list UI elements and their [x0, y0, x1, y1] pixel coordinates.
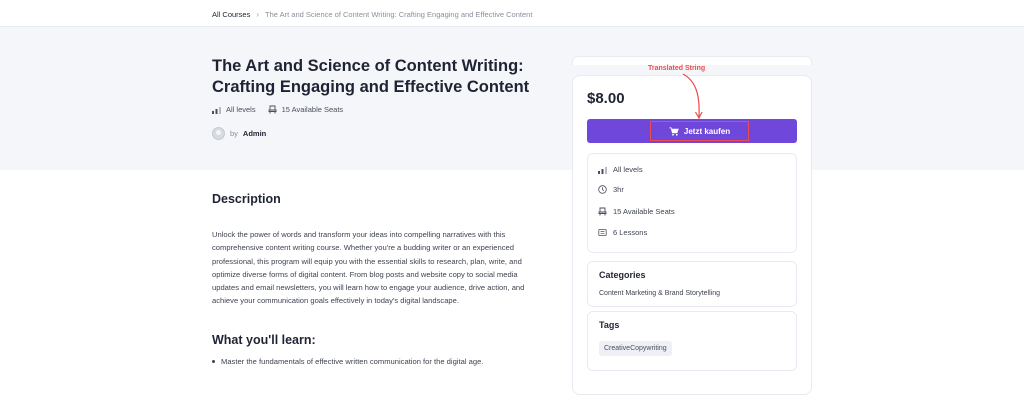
breadcrumb: All Courses › The Art and Science of Con… [212, 10, 532, 19]
categories-heading: Categories [599, 270, 646, 280]
breadcrumb-current: The Art and Science of Content Writing: … [265, 10, 533, 19]
categories-box [587, 261, 797, 307]
chevron-right-icon: › [256, 10, 260, 19]
breadcrumb-all-courses-link[interactable]: All Courses [212, 10, 250, 19]
learn-item-text: Master the fundamentals of effective wri… [221, 357, 484, 366]
sidebar-top-strip [572, 56, 812, 65]
course-hero [0, 27, 1024, 170]
author-row: by Admin [212, 127, 266, 140]
clock-icon [598, 185, 607, 194]
author-prefix: by [230, 129, 238, 138]
list-item: Master the fundamentals of effective wri… [212, 357, 483, 366]
info-level: All levels [598, 165, 643, 174]
level-bars-icon [212, 106, 221, 114]
learn-heading: What you'll learn: [212, 333, 316, 347]
description-heading: Description [212, 192, 281, 206]
bullet-icon [212, 360, 215, 363]
tag-pill[interactable]: CreativeCopywriting [599, 341, 672, 356]
course-level: All levels [212, 105, 256, 114]
course-level-label: All levels [226, 105, 256, 114]
course-seats-label: 15 Available Seats [281, 105, 344, 114]
buy-now-highlight[interactable]: Jetzt kaufen [650, 121, 749, 141]
tags-heading: Tags [599, 320, 620, 330]
breadcrumb-bar: All Courses › The Art and Science of Con… [0, 0, 1024, 27]
description-text: Unlock the power of words and transform … [212, 230, 525, 306]
info-seats-label: 15 Available Seats [613, 207, 675, 216]
level-bars-icon [598, 166, 607, 174]
info-lessons-label: 6 Lessons [613, 228, 648, 237]
seat-icon [598, 207, 607, 216]
info-duration: 3hr [598, 185, 624, 194]
lessons-icon [598, 229, 607, 236]
seat-icon [268, 105, 277, 114]
avatar-icon [212, 127, 225, 140]
learn-list: Master the fundamentals of effective wri… [212, 357, 483, 366]
course-price: $8.00 [587, 90, 625, 107]
course-seats: 15 Available Seats [268, 105, 344, 114]
info-seats: 15 Available Seats [598, 207, 675, 216]
annotation-label: Translated String [648, 65, 706, 72]
cart-icon [669, 126, 679, 136]
annotation-arrow-icon [682, 73, 703, 120]
course-title: The Art and Science of Content Writing: … [212, 57, 530, 96]
info-lessons: 6 Lessons [598, 228, 647, 237]
category-link[interactable]: Content Marketing & Brand Storytelling [599, 290, 720, 297]
course-meta: All levels 15 Available Seats [212, 105, 355, 114]
info-level-label: All levels [613, 165, 643, 174]
buy-now-label: Jetzt kaufen [683, 126, 731, 136]
author-name[interactable]: Admin [243, 129, 266, 138]
info-duration-label: 3hr [613, 185, 624, 194]
